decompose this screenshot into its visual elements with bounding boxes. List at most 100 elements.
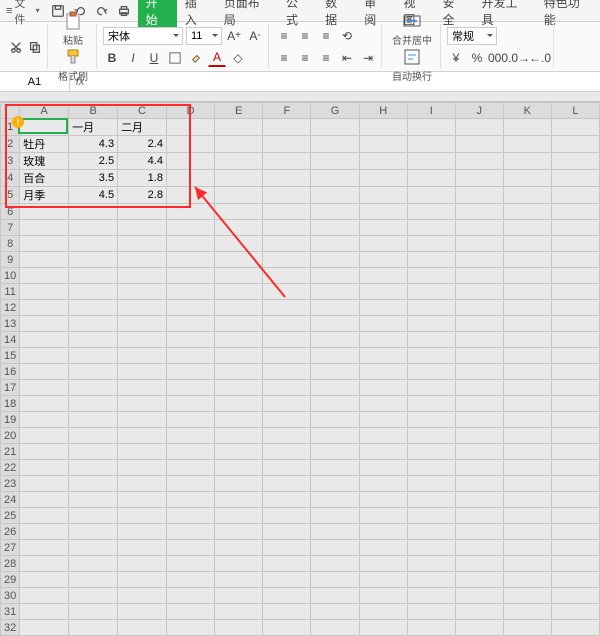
cell[interactable]: 2.8 <box>118 187 167 204</box>
cell[interactable] <box>20 119 69 136</box>
cell[interactable] <box>215 153 263 170</box>
cell[interactable] <box>551 508 599 524</box>
cell[interactable] <box>20 540 69 556</box>
cell[interactable] <box>311 364 359 380</box>
cell[interactable] <box>118 380 167 396</box>
cell[interactable] <box>455 252 503 268</box>
cell[interactable] <box>166 348 214 364</box>
cell[interactable] <box>455 284 503 300</box>
border-button[interactable] <box>166 49 184 67</box>
cell[interactable] <box>69 364 118 380</box>
cell[interactable] <box>407 300 455 316</box>
row-header[interactable]: 24 <box>1 492 20 508</box>
cell[interactable] <box>69 348 118 364</box>
cell[interactable] <box>359 119 407 136</box>
cell[interactable] <box>20 268 69 284</box>
cell[interactable] <box>263 348 311 364</box>
cell[interactable] <box>263 524 311 540</box>
cell[interactable] <box>166 119 214 136</box>
cell[interactable] <box>503 380 551 396</box>
cell[interactable] <box>311 252 359 268</box>
cell[interactable] <box>69 540 118 556</box>
cell[interactable] <box>263 588 311 604</box>
cell[interactable] <box>263 252 311 268</box>
row-header[interactable]: 23 <box>1 476 20 492</box>
cell[interactable] <box>551 428 599 444</box>
cell[interactable] <box>118 316 167 332</box>
cell[interactable] <box>455 412 503 428</box>
cell[interactable] <box>503 348 551 364</box>
cell[interactable] <box>359 380 407 396</box>
cell[interactable] <box>311 556 359 572</box>
cell[interactable] <box>503 119 551 136</box>
cell[interactable] <box>311 316 359 332</box>
cell[interactable] <box>311 476 359 492</box>
cell[interactable] <box>455 524 503 540</box>
cell[interactable] <box>215 268 263 284</box>
cell[interactable] <box>407 588 455 604</box>
cell[interactable] <box>166 170 214 187</box>
cell[interactable] <box>215 460 263 476</box>
cell[interactable] <box>407 604 455 620</box>
cell[interactable] <box>503 444 551 460</box>
cell[interactable] <box>166 444 214 460</box>
cell[interactable] <box>20 460 69 476</box>
cell[interactable] <box>551 153 599 170</box>
row-header[interactable]: 11 <box>1 284 20 300</box>
cell[interactable] <box>215 136 263 153</box>
cell[interactable] <box>407 332 455 348</box>
cell[interactable] <box>359 540 407 556</box>
cell[interactable] <box>20 508 69 524</box>
cell[interactable] <box>503 364 551 380</box>
cell[interactable]: 二月 <box>118 119 167 136</box>
col-header[interactable]: J <box>455 103 503 119</box>
cell[interactable] <box>20 572 69 588</box>
cell[interactable] <box>359 492 407 508</box>
col-header[interactable]: I <box>407 103 455 119</box>
cell[interactable]: 一月 <box>69 119 118 136</box>
cell[interactable] <box>407 153 455 170</box>
cell[interactable] <box>263 380 311 396</box>
cell[interactable] <box>455 119 503 136</box>
cell[interactable] <box>455 508 503 524</box>
cell[interactable]: 2.5 <box>69 153 118 170</box>
cell[interactable] <box>118 620 167 636</box>
cell[interactable] <box>215 236 263 252</box>
cell[interactable] <box>455 556 503 572</box>
cell[interactable] <box>263 316 311 332</box>
font-color-button[interactable]: A <box>208 49 226 67</box>
indent-increase-icon[interactable]: ⇥ <box>359 49 377 67</box>
cell[interactable] <box>311 380 359 396</box>
cell[interactable] <box>20 604 69 620</box>
cell[interactable] <box>503 220 551 236</box>
cell[interactable] <box>20 588 69 604</box>
cell[interactable]: 月季 <box>20 187 69 204</box>
cell[interactable] <box>263 620 311 636</box>
cell[interactable] <box>20 284 69 300</box>
file-menu[interactable]: ≡文件▾ <box>2 0 44 27</box>
cell[interactable] <box>118 444 167 460</box>
cell[interactable] <box>503 268 551 284</box>
cell[interactable] <box>215 380 263 396</box>
cell[interactable] <box>407 136 455 153</box>
cell[interactable] <box>118 428 167 444</box>
copy-icon[interactable] <box>27 39 43 55</box>
cell[interactable] <box>118 300 167 316</box>
cell[interactable] <box>455 153 503 170</box>
cell[interactable] <box>263 236 311 252</box>
cell[interactable] <box>407 119 455 136</box>
cell[interactable] <box>359 396 407 412</box>
row-header[interactable]: 28 <box>1 556 20 572</box>
cell[interactable] <box>263 268 311 284</box>
cell[interactable] <box>166 332 214 348</box>
cell[interactable] <box>118 252 167 268</box>
cell[interactable] <box>263 604 311 620</box>
cell[interactable] <box>311 444 359 460</box>
cell[interactable] <box>69 252 118 268</box>
cell[interactable] <box>311 204 359 220</box>
cell[interactable] <box>359 460 407 476</box>
cell[interactable] <box>311 220 359 236</box>
cell[interactable]: 2.4 <box>118 136 167 153</box>
percent-icon[interactable]: % <box>468 49 486 67</box>
cell[interactable] <box>311 460 359 476</box>
